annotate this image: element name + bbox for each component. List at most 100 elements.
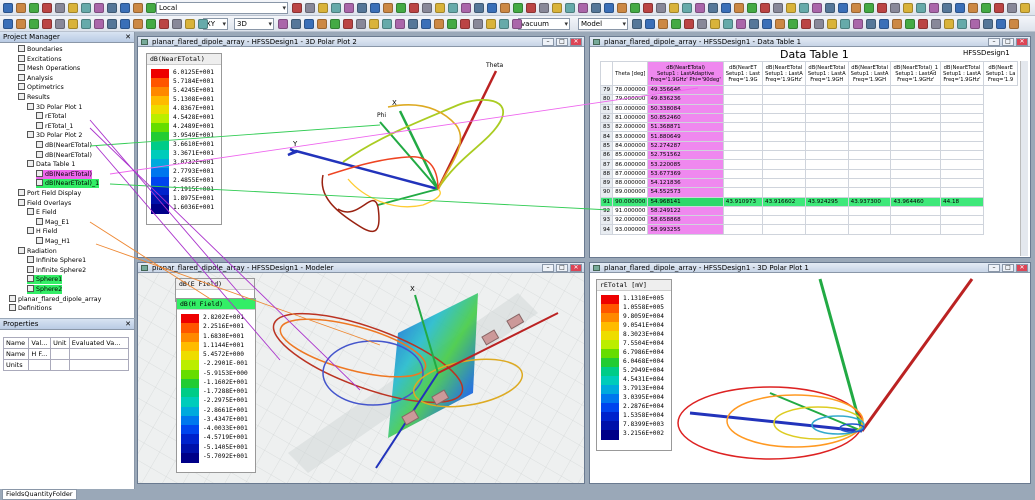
toolbar-tool-icon[interactable] xyxy=(305,3,315,13)
table-row[interactable]: 89 88.000000 54.121836 xyxy=(599,177,1018,189)
toolbar-tool-icon[interactable] xyxy=(931,19,941,29)
toolbar-tool-icon[interactable] xyxy=(773,3,783,13)
toolbar-tool-icon[interactable] xyxy=(317,19,327,29)
tree-item[interactable]: Radiation xyxy=(18,246,57,256)
toolbar-tool-icon[interactable] xyxy=(107,19,117,29)
toolbar-tool-icon[interactable] xyxy=(500,3,510,13)
toolbar-tool-icon[interactable] xyxy=(617,3,627,13)
toolbar-tool-icon[interactable] xyxy=(42,19,52,29)
toolbar-tool-icon[interactable] xyxy=(486,19,496,29)
tree-item[interactable]: Field Overlays xyxy=(18,198,71,208)
table-row[interactable]: 82 81.000000 50.852460 xyxy=(599,112,1018,124)
prop-cell[interactable]: H F... xyxy=(28,348,52,360)
toolbar-tool-icon[interactable] xyxy=(318,3,328,13)
tree-item[interactable]: 3D Polar Plot 1 xyxy=(27,102,82,112)
toolbar-tool-icon[interactable] xyxy=(146,3,156,13)
toolbar-tool-icon[interactable] xyxy=(331,3,341,13)
toolbar-tool-icon[interactable] xyxy=(133,3,143,13)
toolbar-tool-icon[interactable] xyxy=(905,19,915,29)
toolbar-tool-icon[interactable] xyxy=(697,19,707,29)
tree-item[interactable]: dB(NearETotal) xyxy=(36,169,92,179)
table-row[interactable]: 88 87.000000 53.677369 xyxy=(599,168,1018,179)
toolbar-tool-icon[interactable] xyxy=(408,19,418,29)
retotal-legend[interactable]: rETotal [mV] 1.1310E+005 1.0558E+005 9.805… xyxy=(596,279,672,451)
toolbar-tool-icon[interactable] xyxy=(866,19,876,29)
column-header[interactable]: Theta [deg] xyxy=(612,61,649,86)
toolbar-tool-icon[interactable] xyxy=(565,3,575,13)
toolbar-tool-icon[interactable] xyxy=(942,3,952,13)
coord-system-combo[interactable]: Local xyxy=(156,2,288,14)
toolbar-tool-icon[interactable] xyxy=(304,19,314,29)
toolbar-tool-icon[interactable] xyxy=(734,3,744,13)
tree-item[interactable]: Excitations xyxy=(18,54,61,64)
toolbar-tool-icon[interactable] xyxy=(16,19,26,29)
view-mode-combo[interactable]: 3D xyxy=(234,18,274,30)
toolbar-tool-icon[interactable] xyxy=(409,3,419,13)
table-row[interactable]: 87 86.000000 53.220085 xyxy=(599,159,1018,170)
toolbar-tool-icon[interactable] xyxy=(669,3,679,13)
toolbar-tool-icon[interactable] xyxy=(1007,3,1017,13)
toolbar-tool-icon[interactable] xyxy=(723,19,733,29)
toolbar-tool-icon[interactable] xyxy=(512,19,522,29)
toolbar-tool-icon[interactable] xyxy=(81,3,91,13)
toolbar-tool-icon[interactable] xyxy=(474,3,484,13)
toolbar-tool-icon[interactable] xyxy=(643,3,653,13)
toolbar-tool-icon[interactable] xyxy=(172,19,182,29)
toolbar-tool-icon[interactable] xyxy=(851,3,861,13)
tree-item[interactable]: rETotal_1 xyxy=(36,121,73,131)
toolbar-tool-icon[interactable] xyxy=(198,19,208,29)
toolbar-tool-icon[interactable] xyxy=(434,19,444,29)
toolbar-tool-icon[interactable] xyxy=(788,19,798,29)
toolbar-tool-icon[interactable] xyxy=(460,19,470,29)
table-row[interactable]: 83 82.000000 51.368871 xyxy=(599,122,1018,133)
toolbar-tool-icon[interactable] xyxy=(421,19,431,29)
model-tree-strip[interactable] xyxy=(140,275,168,475)
toolbar-tool-icon[interactable] xyxy=(736,19,746,29)
toolbar-tool-icon[interactable] xyxy=(369,19,379,29)
tree-item[interactable]: H Field xyxy=(27,227,57,236)
toolbar-tool-icon[interactable] xyxy=(957,19,967,29)
toolbar-tool-icon[interactable] xyxy=(775,19,785,29)
column-header[interactable]: dB(NearE Setup1 : La Freq='1.9 xyxy=(982,61,1019,86)
toolbar-tool-icon[interactable] xyxy=(120,3,130,13)
table-row[interactable]: 81 80.000000 50.338084 xyxy=(599,103,1018,114)
toolbar-tool-icon[interactable] xyxy=(447,19,457,29)
maximize-button[interactable]: □ xyxy=(556,264,568,272)
toolbar-tool-icon[interactable] xyxy=(55,19,65,29)
table-row[interactable]: 93 92.000000 58.658868 xyxy=(599,215,1018,226)
toolbar-tool-icon[interactable] xyxy=(499,19,509,29)
toolbar-tool-icon[interactable] xyxy=(3,19,13,29)
maximize-button[interactable]: □ xyxy=(1002,264,1014,272)
toolbar-tool-icon[interactable] xyxy=(291,19,301,29)
minimize-button[interactable]: – xyxy=(988,38,1000,46)
toolbar-tool-icon[interactable] xyxy=(916,3,926,13)
toolbar-tool-icon[interactable] xyxy=(658,19,668,29)
tree-item[interactable]: dB(NearETotal) xyxy=(36,150,92,160)
toolbar-tool-icon[interactable] xyxy=(461,3,471,13)
h-field-legend[interactable]: dB(H Field) 2.8202E+001 2.2516E+001 1.6830… xyxy=(176,298,256,473)
prop-cell[interactable] xyxy=(50,359,70,371)
toolbar-tool-icon[interactable] xyxy=(721,3,731,13)
column-header[interactable]: dB(NearET Setup1 : Last Freq='1.9G xyxy=(722,61,764,86)
toolbar-tool-icon[interactable] xyxy=(853,19,863,29)
toolbar-tool-icon[interactable] xyxy=(604,3,614,13)
table-row[interactable]: 90 89.000000 54.552573 xyxy=(599,187,1018,198)
table-row[interactable]: 86 85.000000 52.751562 xyxy=(599,150,1018,161)
table-row[interactable]: 94 93.000000 58.993255 xyxy=(599,224,1018,235)
toolbar-tool-icon[interactable] xyxy=(994,3,1004,13)
toolbar-tool-icon[interactable] xyxy=(185,19,195,29)
tree-item[interactable]: Sphere1 xyxy=(27,275,63,285)
toolbar-tool-icon[interactable] xyxy=(370,3,380,13)
toolbar-tool-icon[interactable] xyxy=(1009,19,1019,29)
toolbar-tool-icon[interactable] xyxy=(395,19,405,29)
tree-item[interactable]: 3D Polar Plot 2 xyxy=(27,131,82,140)
toolbar-tool-icon[interactable] xyxy=(840,19,850,29)
tree-item[interactable]: Mag_H1 xyxy=(36,237,70,246)
close-button[interactable]: ✕ xyxy=(570,38,582,46)
toolbar-tool-icon[interactable] xyxy=(632,19,642,29)
toolbar-tool-icon[interactable] xyxy=(838,3,848,13)
toolbar-tool-icon[interactable] xyxy=(435,3,445,13)
toolbar-tool-icon[interactable] xyxy=(94,3,104,13)
toolbar-tool-icon[interactable] xyxy=(107,3,117,13)
toolbar-tool-icon[interactable] xyxy=(879,19,889,29)
